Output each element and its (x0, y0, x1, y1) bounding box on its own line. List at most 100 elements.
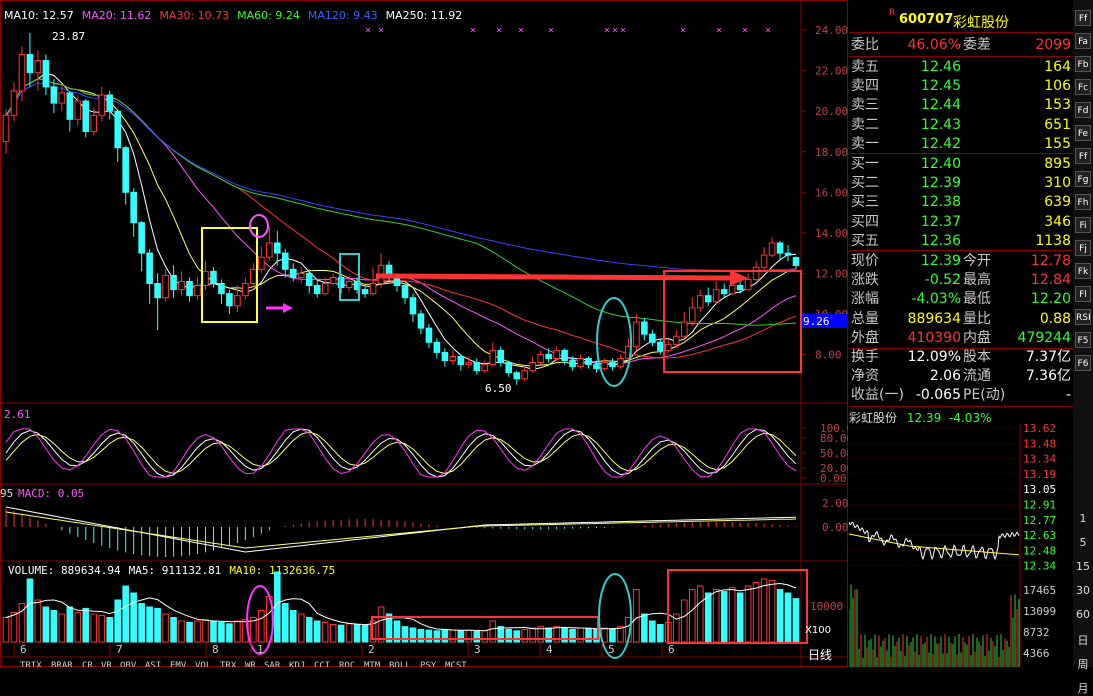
volume-bar (146, 606, 153, 643)
candle (569, 360, 576, 368)
indicator-tab[interactable]: CR (82, 661, 93, 667)
weicha-value: 2099 (1035, 37, 1071, 53)
volume-bar (281, 603, 289, 643)
candle (768, 242, 776, 256)
toolbar-button[interactable]: Fk (1075, 263, 1091, 279)
toolbar-button[interactable]: Fi (1075, 217, 1091, 233)
period-button[interactable]: 周 (1073, 656, 1093, 672)
toolbar-button[interactable]: Fh (1075, 194, 1091, 210)
volume-bar (768, 579, 776, 643)
toolbar-button[interactable]: F5 (1075, 332, 1091, 348)
price-axis-label: 12.00 (815, 267, 848, 280)
candle (226, 293, 233, 307)
ma20-line (5, 78, 797, 365)
candle (281, 252, 289, 270)
ma-legend: MA10: 12.57 MA20: 11.62 MA30: 10.73 MA60: 9… (4, 9, 470, 22)
period-button[interactable]: 15 (1073, 560, 1093, 573)
volume-bar (649, 620, 656, 643)
month-label: 2 (368, 643, 375, 656)
period-button[interactable]: 月 (1073, 680, 1093, 696)
volume-bar (313, 620, 321, 643)
volume-bar (680, 599, 688, 643)
row-value: 410390 (907, 329, 961, 346)
indicator-tab[interactable]: ROC (339, 661, 355, 667)
candle (321, 283, 329, 295)
period-button[interactable]: 30 (1073, 584, 1093, 597)
indicator-tab[interactable]: VR (101, 661, 112, 667)
webi-value: 46.06% (907, 37, 961, 53)
period-button[interactable]: 1 (1073, 512, 1093, 525)
indicator-tab[interactable]: MCST (445, 661, 467, 667)
indicator-tab[interactable]: PSY (420, 661, 437, 667)
volume-bar (138, 603, 145, 643)
kdj-axis-label: 80.00 (820, 432, 848, 445)
toolbar-button[interactable]: Fa (1075, 33, 1091, 49)
row-label: 卖一 (851, 135, 879, 152)
indicator-tab[interactable]: KDJ (289, 661, 305, 667)
indicator-tab[interactable]: MTM (364, 661, 381, 667)
volume-bar (752, 582, 760, 643)
macd-prefix: 95 (0, 487, 14, 500)
toolbar-button[interactable]: Ff (1075, 148, 1091, 164)
indicator-tab[interactable]: SAR (264, 661, 281, 667)
indicator-tab[interactable]: BOLL (389, 661, 411, 667)
indicator-tab[interactable]: CCI (314, 661, 330, 667)
candle (680, 321, 688, 337)
toolbar-button[interactable]: Fd (1075, 102, 1091, 118)
candle (657, 341, 664, 351)
stock-code: 600707 (899, 12, 954, 27)
toolbar-button[interactable]: Ff (1075, 10, 1091, 26)
volume-bar (226, 623, 233, 643)
row-value: 12.43 (920, 116, 961, 133)
period-button[interactable]: 日 (1073, 632, 1093, 648)
toolbar-button[interactable]: F6 (1075, 355, 1091, 371)
candle (673, 335, 680, 345)
candle (34, 60, 42, 74)
candle (792, 257, 800, 266)
candle (18, 53, 26, 92)
daily-label[interactable]: 日线 (808, 646, 832, 663)
row-label: 买四 (851, 213, 879, 230)
volume-bar (66, 606, 74, 643)
toolbar-button[interactable]: Fl (1075, 286, 1091, 302)
toolbar-button[interactable]: Fe (1075, 125, 1091, 141)
indicator-tab[interactable]: BRAR (51, 661, 73, 667)
candle (696, 295, 704, 309)
signal-mark: × (378, 25, 384, 36)
candle (537, 353, 544, 364)
row-value-2: 12.78 (1030, 253, 1071, 269)
ma-legend-item: MA10: 12.57 (4, 9, 74, 22)
indicator-tab[interactable]: OBV (120, 661, 137, 667)
toolbar-button[interactable]: RSI (1075, 309, 1091, 325)
row-label-2: 今开 (963, 253, 991, 269)
period-button[interactable]: 60 (1073, 608, 1093, 621)
candle (114, 110, 122, 149)
macd-axis-label: 2.00 (822, 497, 848, 510)
indicator-tab[interactable]: ASI (145, 661, 161, 667)
candle (481, 364, 489, 372)
vol-annotation-circle (598, 573, 632, 659)
month-label: 4 (546, 643, 553, 656)
indicator-tab[interactable]: EMV (170, 661, 187, 667)
intraday-mini-chart[interactable]: 13.62 13.48 13.34 13.19 13.05 12.91 12.77 12.63… (849, 424, 1073, 667)
toolbar-button[interactable]: Fb (1075, 56, 1091, 72)
kline-chart-area[interactable]: 24.0022.0020.0018.0016.0014.0012.0010.00… (0, 0, 848, 667)
volume-bar (776, 589, 784, 643)
toolbar-button[interactable]: Fg (1075, 171, 1091, 187)
toolbar-button[interactable]: Fj (1075, 240, 1091, 256)
volume-bar (186, 621, 193, 643)
period-button[interactable]: 5 (1073, 536, 1093, 549)
stat-row: 总量 889634 量比 0.88 (851, 310, 1071, 329)
indicator-tab[interactable]: VOL (195, 661, 211, 667)
signal-mark: × (620, 25, 626, 36)
indicator-tab[interactable]: TRIX (20, 661, 42, 667)
toolbar-button[interactable]: Fc (1075, 79, 1091, 95)
volume-bar (728, 586, 736, 643)
candle (601, 362, 608, 370)
indicator-tab[interactable]: WR (245, 661, 256, 667)
mini-axis-label: 13.34 (1023, 453, 1056, 466)
indicator-tab[interactable]: TRX (220, 661, 237, 667)
divider (849, 56, 1073, 57)
ma-legend-item: MA60: 9.24 (237, 9, 300, 22)
volume-unit: X100 (805, 625, 831, 636)
